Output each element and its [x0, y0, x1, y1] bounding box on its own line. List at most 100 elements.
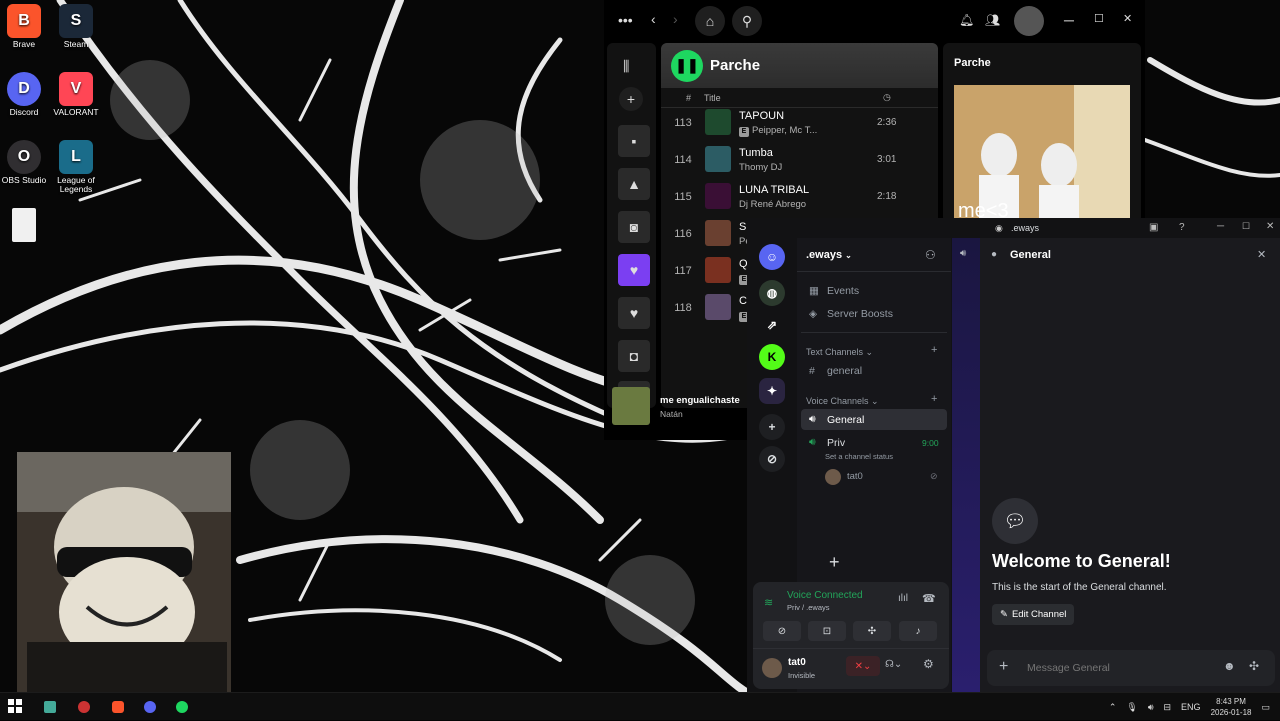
playlist-thumb[interactable]: ▲: [618, 168, 650, 200]
server-name-dropdown[interactable]: .eways ⌄: [806, 249, 852, 261]
activities-button[interactable]: ✣: [853, 621, 891, 641]
create-channel-icon[interactable]: +: [931, 344, 937, 356]
pause-button[interactable]: ❚❚: [671, 49, 703, 82]
discover-icon[interactable]: ⊘: [759, 446, 785, 472]
windows-start-icon[interactable]: [8, 699, 22, 713]
track-title[interactable]: Tumba: [739, 147, 773, 159]
language-indicator[interactable]: ENG: [1181, 702, 1201, 712]
track-title[interactable]: LUNA TRIBAL: [739, 184, 809, 196]
notifications-icon[interactable]: ▭: [1261, 702, 1270, 713]
track-title[interactable]: TAPOUN: [739, 110, 784, 122]
desktop-icon-steam[interactable]: S Steam: [46, 4, 106, 49]
invite-icon[interactable]: ⚇: [925, 248, 936, 262]
edit-channel-button[interactable]: ✎ Edit Channel: [992, 604, 1075, 625]
user-name[interactable]: tat0: [788, 657, 806, 668]
mute-button[interactable]: ✕⌄: [846, 656, 880, 676]
server-icon[interactable]: ◍: [759, 280, 785, 306]
settings-gear-icon[interactable]: ⚙: [923, 657, 934, 671]
playlist-thumb[interactable]: ▪: [618, 125, 650, 157]
voice-connected-label[interactable]: Voice Connected: [787, 590, 863, 601]
emoji-icon[interactable]: ☻: [1223, 659, 1236, 673]
message-input[interactable]: [1027, 658, 1207, 678]
track-title[interactable]: C: [739, 295, 747, 307]
add-server-icon[interactable]: +: [759, 414, 785, 440]
server-icon[interactable]: ⇗: [759, 312, 785, 338]
add-icon[interactable]: +: [829, 552, 840, 573]
close-icon[interactable]: ✕: [1123, 12, 1132, 25]
track-artist[interactable]: Thomy DJ: [739, 162, 782, 173]
menu-events[interactable]: ▦ Events: [801, 280, 947, 301]
taskbar-discord-icon[interactable]: [144, 701, 156, 713]
soundboard-button[interactable]: ♪: [899, 621, 937, 641]
taskbar-app-icon[interactable]: [44, 701, 56, 713]
taskbar-brave-icon[interactable]: [112, 701, 124, 713]
discord-home-icon[interactable]: ☺: [759, 244, 785, 270]
desktop-icon-league[interactable]: L League of Legends: [46, 140, 106, 195]
noise-suppression-icon[interactable]: ılıl: [898, 593, 908, 604]
maximize-icon[interactable]: ☐: [1242, 221, 1250, 232]
close-chat-icon[interactable]: ✕: [1257, 248, 1266, 261]
more-icon[interactable]: •••: [618, 12, 633, 28]
taskbar-app-icon[interactable]: [78, 701, 90, 713]
now-playing-artist[interactable]: Natán: [660, 409, 683, 419]
voice-location[interactable]: Priv / .eways: [787, 603, 830, 612]
headphones-icon[interactable]: ☊⌄: [885, 659, 902, 670]
network-icon[interactable]: ⊟: [1164, 702, 1172, 713]
playlist-thumb[interactable]: ◙: [618, 211, 650, 243]
channel-status[interactable]: Set a channel status: [825, 452, 893, 461]
channel-general-text[interactable]: # general: [801, 360, 947, 381]
home-icon[interactable]: ⌂: [695, 6, 725, 36]
create-voice-channel-icon[interactable]: +: [931, 393, 937, 405]
track-artist[interactable]: Dj René Abrego: [739, 199, 806, 210]
help-icon[interactable]: ?: [1179, 222, 1185, 233]
track-number: 116: [674, 228, 692, 240]
camera-off-button[interactable]: ⊘: [763, 621, 801, 641]
text-channels-category[interactable]: Text Channels ⌄: [806, 347, 873, 358]
voice-channels-category[interactable]: Voice Channels ⌄: [806, 396, 879, 407]
playlist-thumb[interactable]: ♥: [618, 297, 650, 329]
close-icon[interactable]: ✕: [1266, 221, 1274, 232]
track-row[interactable]: 114 Tumba Thomy DJ 3:01: [661, 142, 938, 179]
track-row[interactable]: 113 TAPOUN E Peipper, Mc T... 2:36: [661, 105, 938, 142]
taskbar-spotify-icon[interactable]: [176, 701, 188, 713]
screen-share-button[interactable]: ⊡: [808, 621, 846, 641]
signal-icon: ≋: [764, 597, 774, 609]
minimize-icon[interactable]: ─: [1217, 221, 1224, 232]
clock[interactable]: 8:43 PM 2026-01-18: [1211, 696, 1252, 718]
microphone-icon[interactable]: 🎙︎: [1126, 702, 1137, 713]
divider: [797, 271, 951, 272]
avatar[interactable]: [762, 658, 782, 678]
chevron-up-icon[interactable]: ⌃: [1109, 702, 1117, 713]
inbox-icon[interactable]: ▣: [1149, 222, 1158, 233]
library-icon[interactable]: ⫼: [623, 58, 629, 75]
menu-server-boosts[interactable]: ◈ Server Boosts: [801, 303, 947, 324]
playlist-thumb[interactable]: ◘: [618, 340, 650, 372]
desktop-icon-file[interactable]: [0, 208, 54, 244]
liked-songs-icon[interactable]: ♥: [618, 254, 650, 286]
desktop-icon-valorant[interactable]: V VALORANT: [46, 72, 106, 117]
disconnect-icon[interactable]: ☎: [922, 592, 936, 605]
server-folder-icon[interactable]: ✦: [759, 378, 785, 404]
message-composer: + ☻ ✣: [987, 650, 1275, 686]
track-artist[interactable]: E Peipper, Mc T...: [739, 125, 817, 137]
back-arrow-icon[interactable]: ‹: [651, 11, 656, 27]
track-number: 114: [674, 154, 692, 166]
attach-plus-icon[interactable]: +: [999, 658, 1008, 676]
maximize-icon[interactable]: ☐: [1094, 12, 1104, 25]
now-playing-title[interactable]: me engualichaste: [660, 395, 740, 406]
bell-icon[interactable]: 🔔︎: [959, 13, 974, 27]
forward-arrow-icon[interactable]: ›: [673, 11, 678, 27]
voice-channel-general[interactable]: 🔊︎ General: [801, 409, 947, 430]
apps-icon[interactable]: ✣: [1249, 659, 1259, 673]
track-row[interactable]: 115 LUNA TRIBAL Dj René Abrego 2:18: [661, 179, 938, 216]
col-title: Title: [704, 92, 721, 103]
add-icon[interactable]: +: [619, 87, 643, 111]
minimize-icon[interactable]: ─: [1064, 12, 1074, 28]
voice-member-name[interactable]: tat0: [847, 471, 863, 482]
volume-icon[interactable]: 🔊︎: [1148, 702, 1154, 713]
kick-server-icon[interactable]: K: [759, 344, 785, 370]
friends-icon[interactable]: 👥︎: [985, 13, 1000, 27]
clock-date: 2026-01-18: [1210, 708, 1252, 717]
avatar[interactable]: [1014, 6, 1044, 36]
search-icon[interactable]: ⚲: [732, 6, 762, 36]
